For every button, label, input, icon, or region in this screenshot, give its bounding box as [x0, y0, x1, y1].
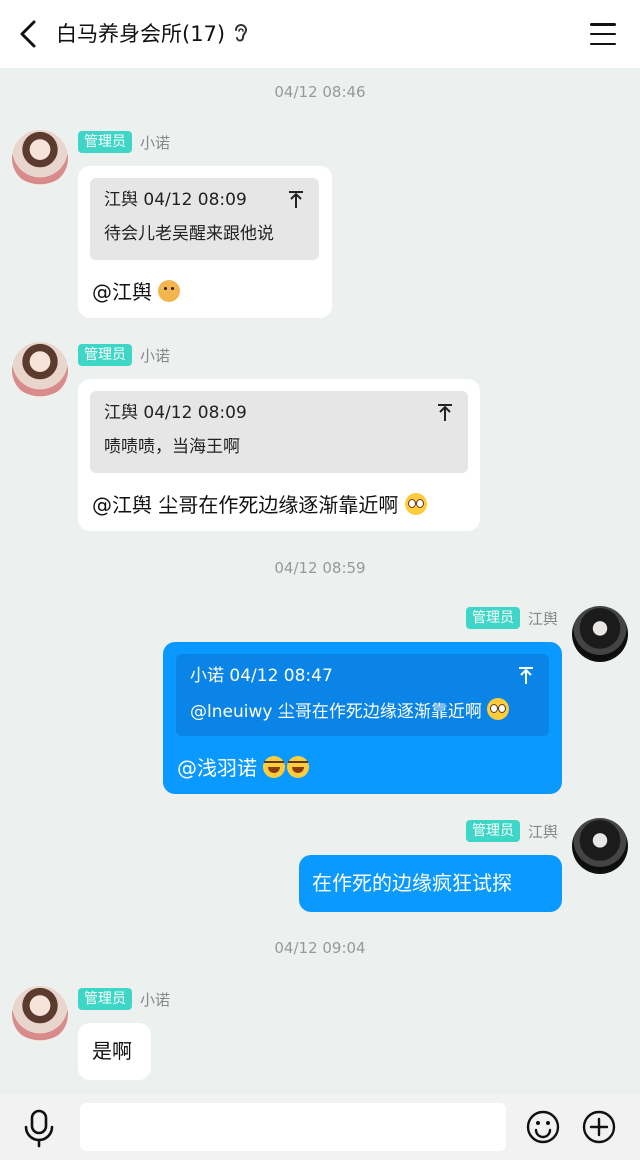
smiley-icon[interactable] — [526, 1110, 560, 1144]
quote-text-row: @lneuiwy 尘哥在作死边缘逐渐靠近啊 — [190, 698, 510, 724]
input-bar — [0, 1094, 640, 1160]
message-text-row: @浅羽诺 — [177, 754, 310, 782]
admin-badge: 管理员 — [465, 820, 520, 842]
jump-to-quote-icon[interactable] — [436, 403, 454, 423]
back-button[interactable] — [12, 14, 44, 54]
avatar[interactable] — [572, 818, 628, 874]
sender-nick: 江舆 — [527, 822, 558, 841]
jump-to-quote-icon[interactable] — [287, 190, 305, 210]
message-text-row: @江舆 尘哥在作死边缘逐渐靠近啊 — [92, 491, 427, 519]
ear-icon[interactable] — [233, 22, 249, 44]
message-text: @浅羽诺 — [177, 756, 257, 780]
message-bubble[interactable]: 江舆 04/12 08:09 待会儿老吴醒来跟他说 @江舆 — [78, 166, 332, 318]
group-title: 白马养身会所(17) — [56, 22, 226, 46]
sender-row: 管理员 江舆 — [465, 819, 558, 843]
sender-row: 管理员 江舆 — [465, 606, 558, 630]
menu-line — [590, 23, 616, 26]
admin-badge: 管理员 — [78, 988, 132, 1010]
quote-author-time: 小诺 04/12 08:47 — [190, 666, 333, 686]
quoted-message[interactable]: 江舆 04/12 08:09 待会儿老吴醒来跟他说 — [90, 178, 319, 260]
message-bubble[interactable]: 小诺 04/12 08:47 @lneuiwy 尘哥在作死边缘逐渐靠近啊 @浅羽… — [163, 642, 562, 794]
tears-of-joy-emoji — [287, 756, 310, 778]
quote-author-time: 江舆 04/12 08:09 — [104, 403, 247, 423]
admin-badge: 管理员 — [78, 344, 132, 366]
message-text: 是啊 — [92, 1039, 132, 1063]
message-input[interactable] — [80, 1103, 506, 1151]
message-bubble[interactable]: 是啊 — [78, 1023, 151, 1080]
sender-row: 管理员 小诺 — [78, 343, 170, 367]
hamburger-menu-icon[interactable] — [588, 20, 618, 48]
tears-of-joy-emoji — [263, 756, 286, 778]
menu-line — [590, 42, 616, 45]
timestamp: 04/12 09:04 — [274, 939, 366, 957]
sender-row: 管理员 小诺 — [78, 987, 170, 1011]
quote-text: 啧啧啧，当海王啊 — [104, 437, 240, 457]
plus-circle-icon[interactable] — [582, 1110, 616, 1144]
menu-line — [590, 32, 616, 36]
admin-badge: 管理员 — [78, 131, 132, 153]
sender-nick: 江舆 — [527, 609, 558, 628]
pleading-face-emoji — [404, 493, 427, 515]
message-text: @江舆 尘哥在作死边缘逐渐靠近啊 — [92, 493, 399, 517]
chat-header: 白马养身会所(17) — [0, 0, 640, 68]
dog-face-emoji — [158, 280, 181, 302]
timestamp: 04/12 08:59 — [274, 559, 366, 577]
message-text: 在作死的边缘疯狂试探 — [312, 871, 512, 895]
chevron-left-icon — [20, 20, 36, 48]
quote-author-time: 江舆 04/12 08:09 — [104, 190, 247, 210]
avatar[interactable] — [12, 342, 68, 398]
message-text: @江舆 — [92, 280, 152, 304]
microphone-icon[interactable] — [20, 1108, 58, 1148]
quoted-message[interactable]: 江舆 04/12 08:09 啧啧啧，当海王啊 — [90, 391, 468, 473]
message-bubble[interactable]: 江舆 04/12 08:09 啧啧啧，当海王啊 @江舆 尘哥在作死边缘逐渐靠近啊 — [78, 379, 480, 531]
quote-text: @lneuiwy 尘哥在作死边缘逐渐靠近啊 — [190, 702, 482, 722]
sender-nick: 小诺 — [140, 990, 171, 1009]
title-wrap: 白马养身会所(17) — [56, 18, 249, 48]
sender-row: 管理员 小诺 — [78, 130, 170, 154]
quoted-message[interactable]: 小诺 04/12 08:47 @lneuiwy 尘哥在作死边缘逐渐靠近啊 — [176, 654, 549, 736]
timestamp: 04/12 08:46 — [274, 83, 366, 101]
avatar[interactable] — [12, 130, 68, 186]
admin-badge: 管理员 — [465, 607, 520, 629]
quote-text: 待会儿老吴醒来跟他说 — [104, 224, 274, 244]
avatar[interactable] — [572, 606, 628, 662]
message-text-row: @江舆 — [92, 278, 181, 306]
avatar[interactable] — [12, 986, 68, 1042]
pleading-face-emoji — [487, 698, 510, 720]
jump-to-quote-icon[interactable] — [517, 666, 535, 686]
sender-nick: 小诺 — [140, 133, 171, 152]
sender-nick: 小诺 — [140, 346, 171, 365]
message-bubble[interactable]: 在作死的边缘疯狂试探 — [299, 855, 562, 912]
